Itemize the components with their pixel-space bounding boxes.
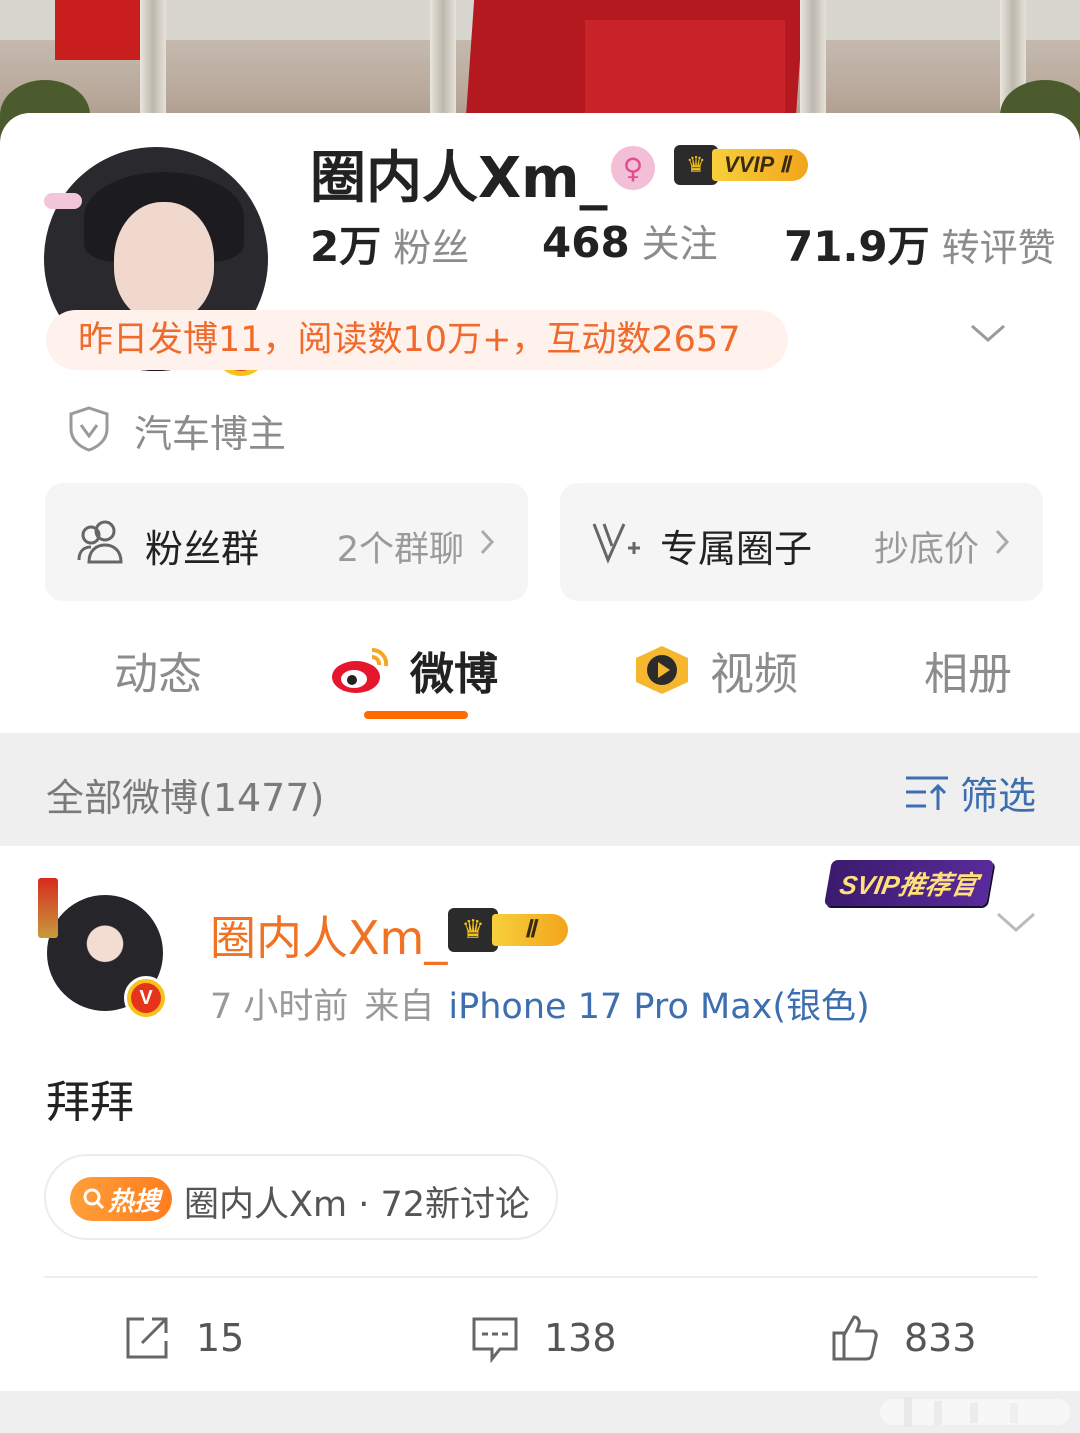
like-button[interactable]: 833 [830, 1308, 977, 1368]
tab-label: 视频 [710, 649, 798, 700]
chevron-down-icon[interactable] [968, 318, 1008, 348]
profile-header: V 圈内人Xm_ ♀ ♛ VVIP Ⅱ 2万粉丝 468关注 71.9万转评赞 … [0, 113, 1080, 733]
stat-label: 粉丝 [393, 226, 470, 270]
tab-label: 相册 [924, 649, 1012, 700]
avatar-frame-decoration [38, 878, 58, 938]
post-content: 拜拜 [46, 1077, 134, 1128]
profile-stats: 2万 粉丝 468 关注 71.9万 转评赞 [310, 213, 1056, 274]
chevron-right-icon [480, 529, 495, 555]
tab-weibo[interactable]: 微博 [330, 635, 498, 705]
female-icon: ♀ [611, 146, 655, 190]
weibo-filter-bar: 全部微博(1477) 筛选 [0, 733, 1080, 846]
repost-button[interactable]: 15 [122, 1308, 244, 1368]
shield-icon [69, 406, 109, 452]
repost-count: 15 [196, 1316, 245, 1360]
circle-subtitle: 抄底价 [873, 530, 979, 570]
circle-title: 专属圈子 [660, 527, 813, 571]
comment-count: 138 [544, 1316, 617, 1360]
member-level-badge[interactable]: ♛ Ⅱ [448, 908, 570, 952]
avatar-decoration [44, 193, 82, 209]
avatar-face [114, 202, 214, 322]
watermark-icon [880, 1397, 1070, 1427]
tab-label: 动态 [114, 649, 202, 700]
like-count: 833 [904, 1316, 977, 1360]
fan-group-subtitle: 2个群聊 [336, 530, 464, 570]
post-device[interactable]: iPhone 17 Pro Max(银色) [448, 987, 869, 1027]
post-source-prefix: 来自 [364, 987, 435, 1027]
weibo-post: V 圈内人Xm_ ♛ Ⅱ SVIP推荐官 7 小时前 来自 iPhone 17 Pr… [0, 846, 1080, 1391]
engagement-stat[interactable]: 71.9万 转评赞 [784, 213, 1056, 274]
cover-red-wall [585, 20, 785, 115]
verified-badge-icon: V [124, 976, 168, 1020]
tab-label: 微博 [410, 649, 498, 700]
hot-search-label: 热搜 [107, 1186, 160, 1217]
hot-search-topic[interactable]: 热搜 圈内人Xm · 72新讨论 [44, 1154, 558, 1240]
circle-v-icon [592, 523, 640, 564]
tab-feed[interactable]: 动态 [114, 635, 202, 705]
stat-value: 71.9万 [784, 222, 930, 271]
blogger-category-label: 汽车博主 [134, 412, 287, 456]
member-level-label: Ⅱ [492, 914, 568, 946]
svip-recommender-badge: SVIP推荐官 [823, 860, 995, 906]
tab-album[interactable]: 相册 [924, 635, 1012, 705]
post-author-avatar[interactable]: V [38, 878, 168, 1020]
people-icon [77, 520, 123, 564]
post-author-name[interactable]: 圈内人Xm_ [210, 902, 447, 968]
crown-icon: ♛ [448, 908, 498, 952]
exclusive-circle-card[interactable]: 专属圈子 抄底价 [560, 483, 1043, 601]
post-time: 7 小时前 [210, 987, 349, 1027]
stat-value: 468 [542, 218, 630, 267]
profile-tabs: 动态 微博 视频 相册 [0, 635, 1080, 733]
search-icon [83, 1188, 105, 1210]
following-stat[interactable]: 468 关注 [542, 213, 718, 268]
stat-label: 关注 [641, 222, 718, 266]
fan-group-title: 粉丝群 [145, 527, 260, 571]
comment-icon [472, 1317, 518, 1363]
vvip-label: VVIP Ⅱ [712, 149, 809, 181]
vvip-badge[interactable]: ♛ VVIP Ⅱ [674, 143, 814, 187]
stat-value: 2万 [310, 222, 382, 271]
thumbs-up-icon [832, 1315, 878, 1361]
chevron-down-icon[interactable] [994, 906, 1038, 936]
daily-summary[interactable]: 昨日发博11，阅读数10万+，互动数2657 [46, 310, 788, 370]
comment-button[interactable]: 138 [470, 1308, 617, 1368]
post-meta: 7 小时前 来自 iPhone 17 Pro Max(银色) [210, 978, 870, 1029]
filter-icon [905, 776, 948, 810]
hot-search-tag: 热搜 [70, 1177, 172, 1221]
verified-mark: V [131, 983, 161, 1013]
fan-group-card[interactable]: 粉丝群 2个群聊 [45, 483, 528, 601]
profile-username: 圈内人Xm_ [310, 146, 608, 211]
filter-button[interactable]: 筛选 [904, 767, 1036, 818]
tab-video[interactable]: 视频 [630, 635, 798, 705]
divider [44, 1276, 1038, 1278]
hot-search-text: 圈内人Xm · 72新讨论 [184, 1185, 530, 1225]
active-tab-indicator [364, 711, 468, 719]
filter-label: 筛选 [959, 773, 1036, 818]
video-play-icon [636, 646, 688, 694]
stat-label: 转评赞 [941, 226, 1056, 270]
weibo-logo-icon [332, 647, 389, 693]
chevron-right-icon [995, 529, 1010, 555]
repost-icon [126, 1317, 168, 1359]
followers-stat[interactable]: 2万 粉丝 [310, 213, 469, 274]
all-weibo-count: 全部微博(1477) [46, 776, 325, 820]
